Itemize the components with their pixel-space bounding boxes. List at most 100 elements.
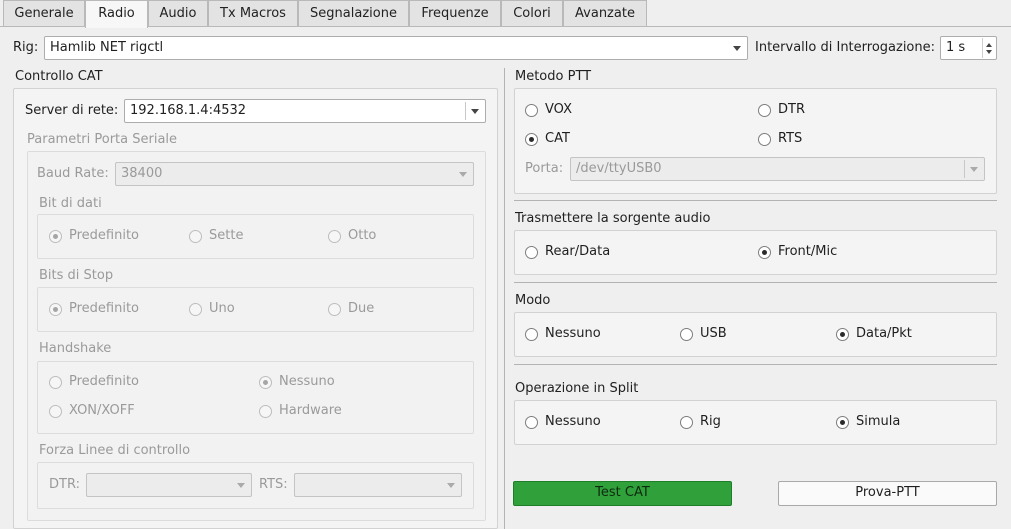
handshake-default-radio[interactable] xyxy=(49,376,62,389)
data-bits-title: Bit di dati xyxy=(39,196,102,211)
tab-audio[interactable]: Audio xyxy=(148,0,208,27)
audio-source-title: Trasmettere la sorgente audio xyxy=(515,211,711,226)
ptt-rts-label: RTS xyxy=(778,131,803,146)
mode-data-pkt-radio[interactable] xyxy=(836,328,849,341)
server-label: Server di rete: xyxy=(25,103,119,118)
data-bits-seven-label: Sette xyxy=(209,228,244,243)
ptt-rts-radio[interactable] xyxy=(758,133,771,146)
data-bits-eight-radio[interactable] xyxy=(328,230,341,243)
chevron-down-icon xyxy=(447,483,455,488)
chevron-down-icon xyxy=(733,46,741,51)
tab-divider xyxy=(0,26,1011,27)
rts-label: RTS: xyxy=(259,477,288,492)
column-divider xyxy=(504,68,505,529)
audio-front-mic-radio[interactable] xyxy=(758,246,771,259)
ptt-cat-radio[interactable] xyxy=(525,133,538,146)
stop-bits-default-radio[interactable] xyxy=(49,303,62,316)
dtr-label: DTR: xyxy=(49,477,80,492)
mode-data-pkt-label: Data/Pkt xyxy=(856,326,912,341)
rts-select[interactable] xyxy=(294,473,462,497)
server-value: 192.168.1.4:4532 xyxy=(130,103,247,118)
stop-bits-two-label: Due xyxy=(348,301,375,316)
tab-generale[interactable]: Generale xyxy=(3,0,85,27)
data-bits-eight-label: Otto xyxy=(348,228,377,243)
handshake-frame xyxy=(37,361,474,434)
split-title: Operazione in Split xyxy=(515,381,639,396)
cat-group-title: Controllo CAT xyxy=(15,69,103,84)
ptt-dtr-radio[interactable] xyxy=(758,104,771,117)
rig-value: Hamlib NET rigctl xyxy=(50,40,164,55)
tab-avanzate[interactable]: Avanzate xyxy=(563,0,647,27)
mode-usb-label: USB xyxy=(700,326,727,341)
handshake-none-label: Nessuno xyxy=(279,374,335,389)
dtr-select[interactable] xyxy=(86,473,252,497)
audio-rear-data-radio[interactable] xyxy=(525,246,538,259)
spin-separator xyxy=(982,38,983,58)
tab-tx-macros[interactable]: Tx Macros xyxy=(208,0,298,27)
ptt-divider xyxy=(514,200,997,201)
rig-select[interactable]: Hamlib NET rigctl xyxy=(44,36,748,60)
tab-frequenze[interactable]: Frequenze xyxy=(409,0,501,27)
stop-bits-title: Bits di Stop xyxy=(39,268,114,283)
ptt-vox-radio[interactable] xyxy=(525,104,538,117)
mode-none-radio[interactable] xyxy=(525,328,538,341)
poll-interval-spinbox[interactable]: 1 s xyxy=(940,36,997,60)
handshake-xonxoff-radio[interactable] xyxy=(49,405,62,418)
split-emulate-radio[interactable] xyxy=(836,416,849,429)
handshake-default-label: Predefinito xyxy=(69,374,140,389)
tab-bar: Generale Radio Audio Tx Macros Segnalazi… xyxy=(0,0,1011,28)
poll-label: Intervallo di Interrogazione: xyxy=(755,40,936,55)
tab-segnalazione[interactable]: Segnalazione xyxy=(298,0,409,27)
ptt-group-title: Metodo PTT xyxy=(515,69,592,84)
ptt-port-value: /dev/ttyUSB0 xyxy=(576,161,662,176)
stop-bits-two-radio[interactable] xyxy=(328,303,341,316)
audio-divider xyxy=(514,282,997,283)
audio-front-mic-label: Front/Mic xyxy=(778,244,838,259)
data-bits-seven-radio[interactable] xyxy=(189,230,202,243)
ptt-vox-label: VOX xyxy=(545,102,572,117)
poll-value: 1 s xyxy=(946,40,966,55)
combo-separator xyxy=(964,160,965,178)
baud-select[interactable]: 38400 xyxy=(115,162,474,186)
spin-up-icon[interactable] xyxy=(986,43,992,47)
stop-bits-default-label: Predefinito xyxy=(69,301,140,316)
ptt-cat-label: CAT xyxy=(545,131,570,146)
server-input[interactable]: 192.168.1.4:4532 xyxy=(124,99,486,123)
tab-radio[interactable]: Radio xyxy=(85,0,148,28)
split-none-radio[interactable] xyxy=(525,416,538,429)
handshake-hardware-label: Hardware xyxy=(279,403,342,418)
data-bits-default-radio[interactable] xyxy=(49,230,62,243)
baud-value: 38400 xyxy=(121,166,163,181)
control-lines-title: Forza Linee di controllo xyxy=(39,443,191,458)
combo-separator xyxy=(465,102,466,120)
stop-bits-one-label: Uno xyxy=(209,301,235,316)
rig-label: Rig: xyxy=(13,40,39,55)
split-none-label: Nessuno xyxy=(545,414,601,429)
split-rig-label: Rig xyxy=(700,414,721,429)
spin-down-icon[interactable] xyxy=(986,50,992,54)
chevron-down-icon xyxy=(459,172,467,177)
ptt-dtr-label: DTR xyxy=(778,102,805,117)
mode-usb-radio[interactable] xyxy=(680,328,693,341)
audio-rear-data-label: Rear/Data xyxy=(545,244,611,259)
handshake-title: Handshake xyxy=(39,341,112,356)
chevron-down-icon xyxy=(970,167,978,172)
test-ptt-button[interactable]: Prova-PTT xyxy=(778,481,997,506)
handshake-hardware-radio[interactable] xyxy=(259,405,272,418)
chevron-down-icon[interactable] xyxy=(471,109,479,114)
baud-label: Baud Rate: xyxy=(37,166,109,181)
ptt-port-label: Porta: xyxy=(525,161,564,176)
mode-divider xyxy=(514,364,997,365)
tab-colori[interactable]: Colori xyxy=(501,0,563,27)
split-rig-radio[interactable] xyxy=(680,416,693,429)
stop-bits-one-radio[interactable] xyxy=(189,303,202,316)
handshake-xonxoff-label: XON/XOFF xyxy=(69,403,135,418)
data-bits-default-label: Predefinito xyxy=(69,228,140,243)
test-cat-button[interactable]: Test CAT xyxy=(513,481,732,506)
handshake-none-radio[interactable] xyxy=(259,376,272,389)
serial-params-title: Parametri Porta Seriale xyxy=(27,132,178,147)
mode-none-label: Nessuno xyxy=(545,326,601,341)
split-emulate-label: Simula xyxy=(856,414,901,429)
ptt-port-select[interactable]: /dev/ttyUSB0 xyxy=(570,157,985,181)
mode-title: Modo xyxy=(515,293,551,308)
